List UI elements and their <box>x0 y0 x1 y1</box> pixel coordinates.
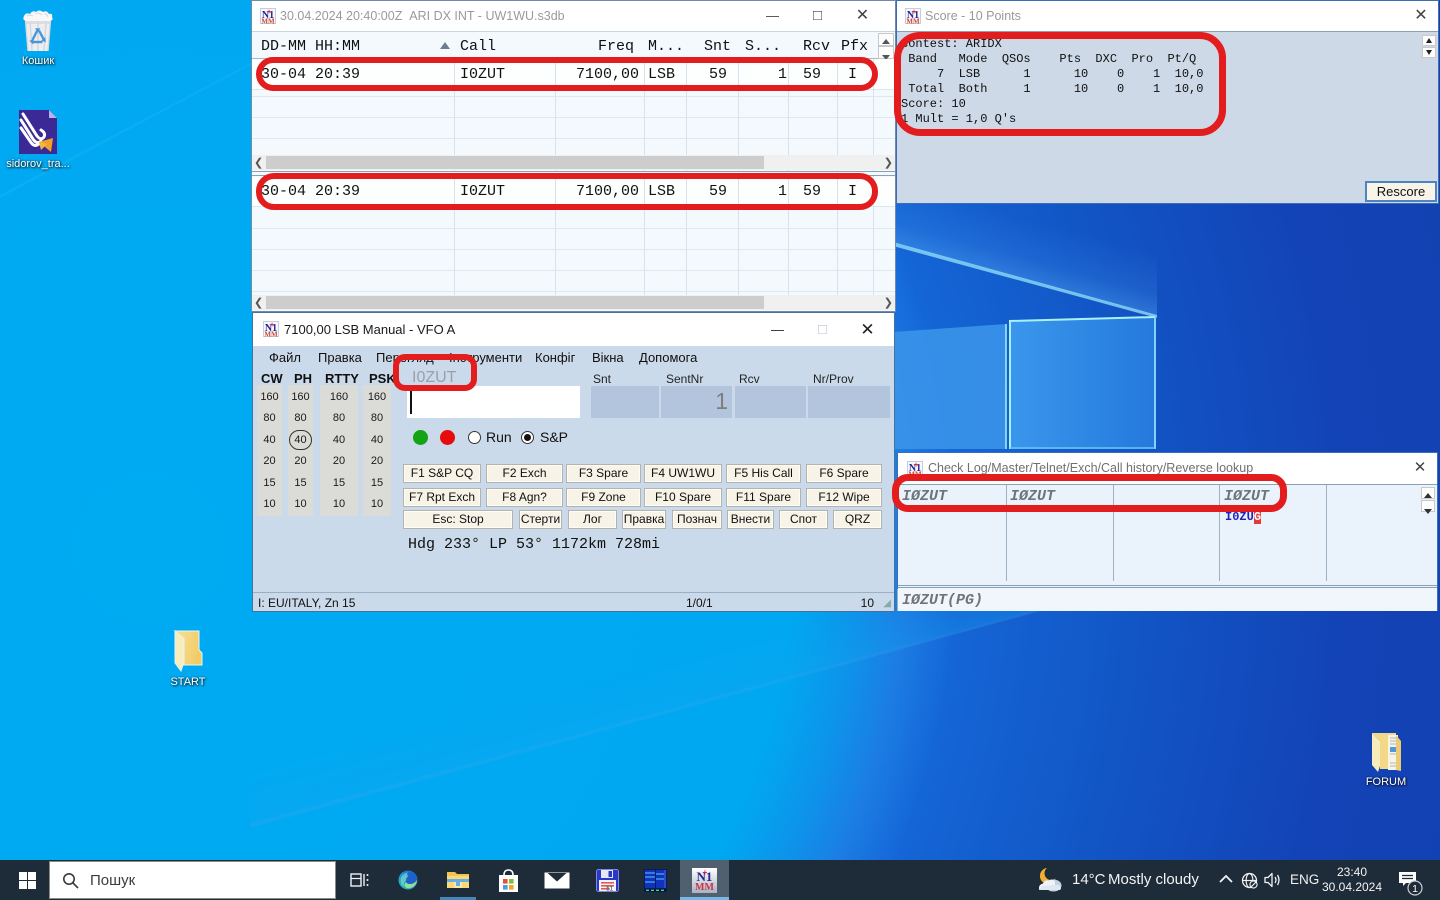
svg-text:+: + <box>270 322 274 329</box>
svg-text:+: + <box>914 462 918 469</box>
svg-text:51: 51 <box>606 887 613 893</box>
svg-text:1: 1 <box>1412 883 1418 895</box>
svg-text:MM: MM <box>695 882 714 893</box>
svg-text:+: + <box>703 868 708 877</box>
svg-text:+: + <box>912 9 916 16</box>
svg-text:+: + <box>267 9 271 16</box>
svg-text:MM: MM <box>261 18 275 25</box>
svg-text:MM: MM <box>906 18 920 25</box>
svg-text:MM: MM <box>264 331 278 338</box>
